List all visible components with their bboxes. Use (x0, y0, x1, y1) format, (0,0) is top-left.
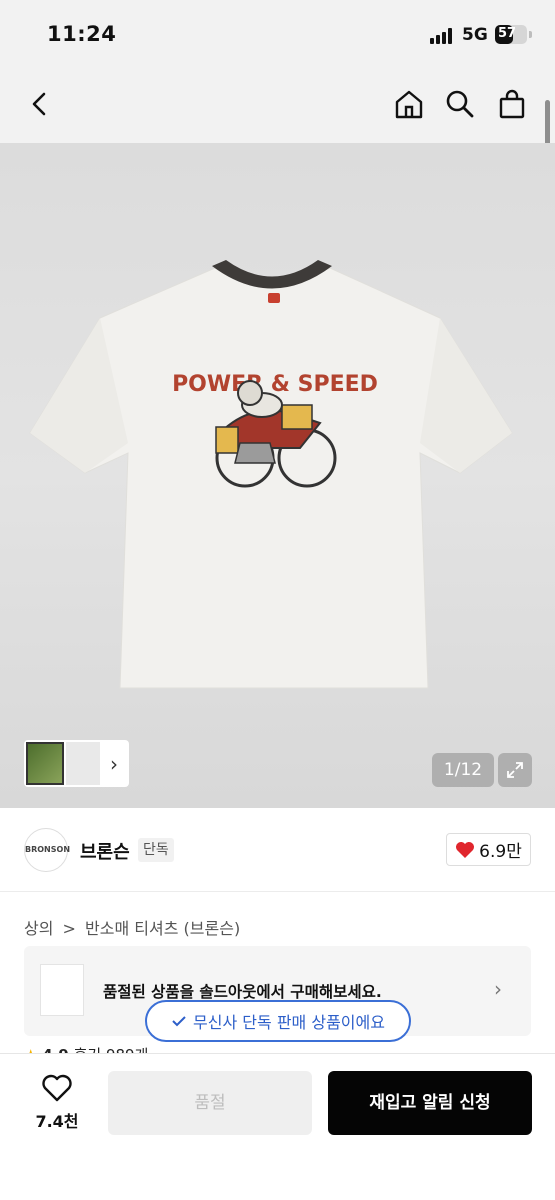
thumbnail-selected[interactable] (26, 742, 64, 785)
heart-icon (456, 841, 475, 858)
search-icon[interactable] (442, 86, 478, 122)
t-shirt-image: POWER & SPEED (29, 260, 513, 689)
thumbnail-strip[interactable]: › (24, 740, 129, 787)
status-bar: 11:24 5G 57 (0, 0, 555, 68)
print-text: POWER & SPEED (172, 372, 378, 397)
product-image-gallery[interactable]: POWER & SPEED › 1/12 (0, 143, 555, 808)
brand-name[interactable]: 브론슨 (80, 838, 130, 864)
image-counter: 1/12 (432, 753, 494, 787)
expand-icon[interactable] (498, 753, 532, 787)
wishlist-count: 7.4천 (35, 1112, 79, 1131)
shopping-bag-icon[interactable] (494, 86, 530, 122)
battery-tip (529, 31, 532, 38)
signal-icon (430, 27, 456, 44)
restock-alert-button[interactable]: 재입고 알림 신청 (328, 1071, 532, 1135)
check-icon (172, 1016, 186, 1027)
breadcrumb-item[interactable]: 상의 (24, 919, 53, 938)
chevron-right-icon: › (494, 977, 502, 1001)
battery-level: 57 (498, 26, 517, 41)
like-count: 6.9만 (479, 842, 522, 862)
breadcrumb: 상의 > 반소매 티셔츠 (브론슨) (24, 915, 244, 939)
breadcrumb-separator: > (62, 919, 76, 938)
thumbnail[interactable] (66, 742, 100, 785)
exclusive-badge: 무신사 단독 판매 상품이에요 (145, 1000, 411, 1042)
soldout-message: 품절된 상품을 솔드아웃에서 구매해보세요. (103, 983, 382, 1001)
brand-row: BRONSON 브론슨 단독 6.9만 (0, 808, 555, 892)
home-icon[interactable] (391, 86, 427, 122)
top-nav (0, 68, 555, 143)
wishlist-button[interactable]: 7.4천 (28, 1074, 86, 1132)
like-button[interactable]: 6.9만 (446, 833, 531, 866)
brand-logo[interactable]: BRONSON (24, 828, 70, 872)
product-thumbnail (40, 964, 84, 1016)
soldout-button: 품절 (108, 1071, 312, 1135)
status-time: 11:24 (47, 22, 117, 46)
chevron-right-icon[interactable]: › (110, 752, 118, 776)
breadcrumb-item[interactable]: 반소매 티셔츠 (브론슨) (85, 919, 240, 938)
exclusive-text: 무신사 단독 판매 상품이에요 (193, 1013, 385, 1032)
network-type: 5G (462, 25, 488, 45)
heart-outline-icon (42, 1074, 72, 1102)
back-icon[interactable] (22, 86, 58, 122)
battery-icon: 57 (495, 25, 527, 44)
exclusive-tag: 단독 (138, 838, 174, 862)
bottom-action-bar: 7.4천 품절 재입고 알림 신청 (0, 1053, 555, 1200)
